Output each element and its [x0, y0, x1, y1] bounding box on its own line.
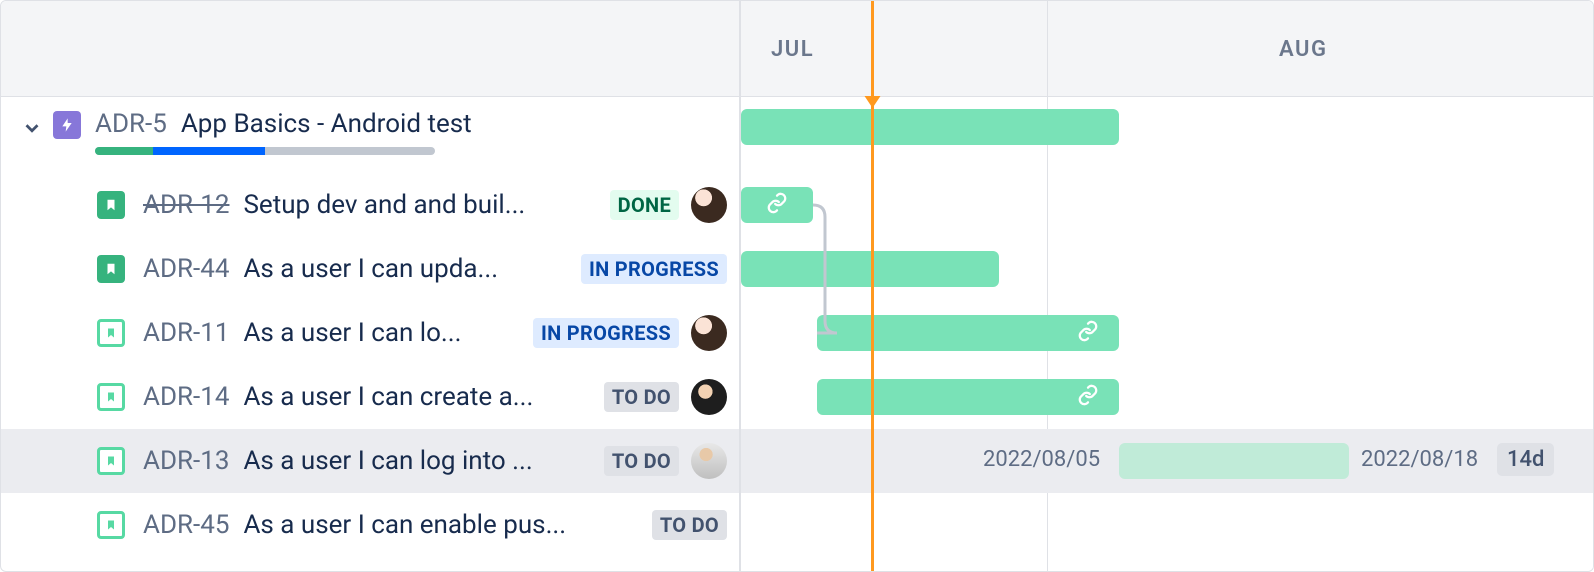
timeline-row: [741, 97, 1593, 173]
timeline-row: [741, 365, 1593, 429]
status-badge[interactable]: IN PROGRESS: [581, 254, 727, 284]
issue-summary[interactable]: As a user I can lo...: [243, 318, 461, 348]
issue-key[interactable]: ADR-5: [95, 109, 167, 139]
timeline-rows: 2022/08/05 2022/08/18 14d: [741, 97, 1593, 571]
issue-bar[interactable]: [741, 187, 813, 223]
today-marker-icon: [865, 96, 881, 108]
issue-key[interactable]: ADR-11: [143, 318, 229, 348]
story-icon: [97, 191, 125, 219]
timeline-row: 2022/08/05 2022/08/18 14d: [741, 429, 1593, 493]
issue-list-header: [1, 1, 739, 97]
issue-bar[interactable]: [817, 379, 1119, 415]
status-badge[interactable]: TO DO: [604, 446, 679, 476]
issue-key[interactable]: ADR-13: [143, 446, 229, 476]
timeline-row: [741, 237, 1593, 301]
timeline-row: [741, 301, 1593, 365]
month-label: AUG: [1279, 37, 1327, 62]
issue-bar[interactable]: [817, 315, 1119, 351]
epic-icon: [53, 111, 81, 139]
avatar[interactable]: [691, 315, 727, 351]
issue-row[interactable]: ADR-44 As a user I can upda... IN PROGRESS: [1, 237, 739, 301]
timeline-row: [741, 493, 1593, 557]
avatar[interactable]: [691, 443, 727, 479]
timeline-row: [741, 173, 1593, 237]
issue-key[interactable]: ADR-45: [143, 510, 229, 540]
status-badge[interactable]: TO DO: [604, 382, 679, 412]
issue-bar[interactable]: [741, 251, 999, 287]
avatar[interactable]: [691, 379, 727, 415]
issue-rows: ADR-5 App Basics - Android test ADR-12 Se…: [1, 97, 739, 571]
link-icon[interactable]: [1077, 384, 1099, 410]
epic-row[interactable]: ADR-5 App Basics - Android test: [1, 97, 739, 173]
issue-row[interactable]: ADR-11 As a user I can lo... IN PROGRESS: [1, 301, 739, 365]
timeline-header: JUL AUG: [741, 1, 1593, 97]
issue-row[interactable]: ADR-13 As a user I can log into ... TO DO: [1, 429, 739, 493]
issue-row[interactable]: ADR-14 As a user I can create a... TO DO: [1, 365, 739, 429]
issue-bar[interactable]: [1119, 443, 1349, 479]
story-icon: [97, 255, 125, 283]
issue-summary[interactable]: App Basics - Android test: [181, 109, 472, 139]
status-badge[interactable]: IN PROGRESS: [533, 318, 679, 348]
link-icon[interactable]: [766, 192, 788, 218]
chevron-down-icon[interactable]: [21, 117, 43, 139]
status-badge[interactable]: DONE: [610, 190, 679, 220]
avatar[interactable]: [691, 187, 727, 223]
bar-duration: 14d: [1497, 443, 1554, 476]
month-label: JUL: [771, 37, 814, 62]
issue-summary[interactable]: As a user I can create a...: [243, 382, 533, 412]
story-icon: [97, 319, 125, 347]
issue-row[interactable]: ADR-12 Setup dev and and buil... DONE: [1, 173, 739, 237]
status-badge[interactable]: TO DO: [652, 510, 727, 540]
roadmap-view: ADR-5 App Basics - Android test ADR-12 Se…: [0, 0, 1594, 572]
timeline-panel[interactable]: JUL AUG 2022/08/05 2022/08/18 14d: [741, 1, 1593, 571]
issue-summary[interactable]: Setup dev and and buil...: [243, 190, 525, 220]
today-marker-line: [871, 1, 874, 571]
issue-key[interactable]: ADR-12: [143, 190, 229, 220]
issue-list-panel: ADR-5 App Basics - Android test ADR-12 Se…: [1, 1, 741, 571]
issue-summary[interactable]: As a user I can upda...: [243, 254, 498, 284]
issue-summary[interactable]: As a user I can log into ...: [243, 446, 532, 476]
bar-start-date: 2022/08/05: [983, 447, 1100, 472]
issue-row[interactable]: ADR-45 As a user I can enable pus... TO DO: [1, 493, 739, 557]
story-icon: [97, 447, 125, 475]
story-icon: [97, 383, 125, 411]
epic-progress-bar: [95, 147, 435, 155]
issue-key[interactable]: ADR-44: [143, 254, 229, 284]
issue-key[interactable]: ADR-14: [143, 382, 229, 412]
link-icon[interactable]: [1077, 320, 1099, 346]
epic-bar[interactable]: [741, 109, 1119, 145]
story-icon: [97, 511, 125, 539]
issue-summary[interactable]: As a user I can enable pus...: [243, 510, 566, 540]
bar-end-date: 2022/08/18: [1361, 447, 1478, 472]
